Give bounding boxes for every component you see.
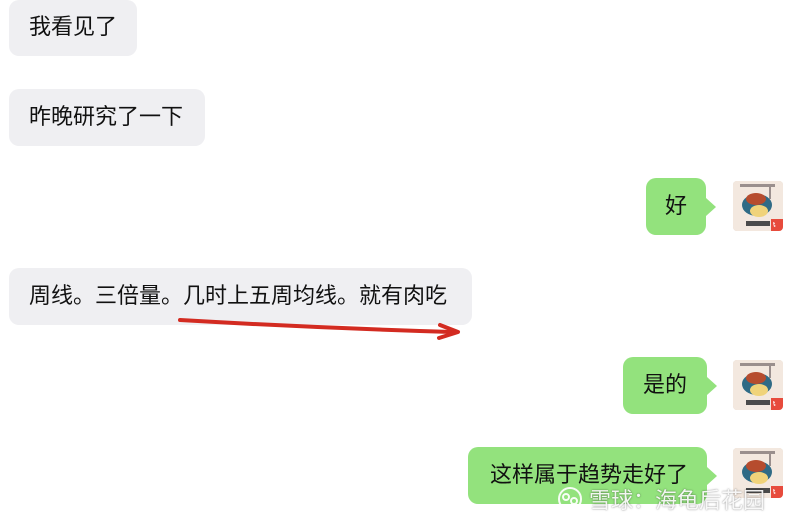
avatar[interactable] [733,360,783,410]
snowball-logo-icon [558,487,582,511]
outgoing-message[interactable]: 好 [646,178,706,235]
red-arrow-annotation [178,318,460,340]
message-text: 我看见了 [29,15,118,40]
incoming-message[interactable]: 昨晚研究了一下 [9,89,205,146]
outgoing-message[interactable]: 是的 [623,357,707,414]
incoming-message[interactable]: 周线。三倍量。几时上五周均线。就有肉吃 [9,268,472,325]
watermark-text: 雪球：海龟后花园 [589,489,766,514]
incoming-message[interactable]: 我看见了 [9,0,137,56]
message-text: 好 [665,193,688,219]
watermark: 雪球：海龟后花园 [557,484,765,514]
message-text: 是的 [643,372,688,398]
avatar[interactable] [733,181,783,231]
message-text: 昨晚研究了一下 [29,104,184,130]
chat-view: 我看见了 昨晚研究了一下 好 周线。三倍量。几时上五周均线。就有肉吃 是的 这样… [0,0,800,523]
avatar-image-icon [733,360,783,410]
message-text: 周线。三倍量。几时上五周均线。就有肉吃 [29,283,448,309]
avatar-image-icon [733,181,783,231]
